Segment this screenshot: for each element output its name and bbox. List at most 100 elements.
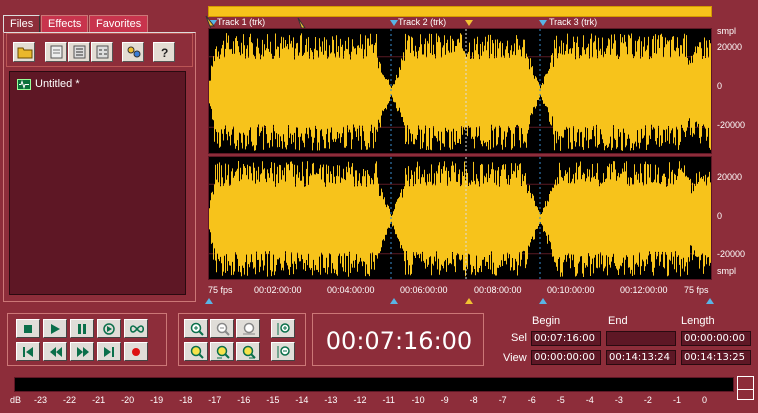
db-tick-label: -7 bbox=[498, 395, 507, 405]
marker-3-icon[interactable] bbox=[539, 20, 547, 26]
tab-effects[interactable]: Effects bbox=[41, 15, 89, 32]
rewind-button[interactable] bbox=[43, 342, 67, 361]
zoom-out-button[interactable] bbox=[210, 319, 234, 338]
align-button[interactable] bbox=[91, 42, 113, 62]
db-tick-label: -19 bbox=[150, 395, 164, 405]
waveform-channel-left[interactable] bbox=[208, 28, 712, 154]
peak-indicator-top[interactable] bbox=[737, 376, 754, 390]
zoom-out-vertical-button[interactable] bbox=[271, 342, 295, 361]
waveform-channel-right[interactable] bbox=[208, 156, 712, 280]
zoom-controls bbox=[178, 313, 306, 366]
zoom-full-button[interactable] bbox=[236, 319, 260, 338]
db-tick-label: -10 bbox=[411, 395, 425, 405]
time-tick: 00:12:00:00 bbox=[620, 285, 668, 295]
time-ruler[interactable]: 75 fps 00:02:00:00 00:04:00:00 00:06:00:… bbox=[205, 282, 714, 304]
marker-2-bottom-icon bbox=[390, 298, 398, 304]
go-to-end-button[interactable] bbox=[97, 342, 121, 361]
db-tick-label: -13 bbox=[324, 395, 338, 405]
cursor-top-icon[interactable] bbox=[465, 20, 473, 26]
zoom-right-button[interactable] bbox=[236, 342, 260, 361]
sel-length-field[interactable]: 00:00:00:00 bbox=[681, 331, 751, 346]
properties-button[interactable] bbox=[68, 42, 90, 62]
loop-button[interactable] bbox=[124, 319, 148, 338]
level-meter-bar bbox=[14, 377, 734, 392]
begin-header: Begin bbox=[532, 315, 561, 327]
effects-chain-button[interactable] bbox=[122, 42, 144, 62]
scale-label: 20000 bbox=[717, 42, 743, 52]
align-icon bbox=[96, 45, 109, 59]
time-tick: 00:04:00:00 bbox=[327, 285, 375, 295]
open-folder-button[interactable] bbox=[13, 42, 35, 62]
waveform-path bbox=[209, 161, 711, 277]
db-tick-label: -3 bbox=[614, 395, 623, 405]
stop-icon bbox=[24, 325, 32, 333]
tab-favorites[interactable]: Favorites bbox=[89, 15, 149, 32]
scale-unit: smpl bbox=[717, 266, 737, 276]
waveform-file-icon bbox=[17, 78, 31, 90]
db-tick-label: -14 bbox=[295, 395, 309, 405]
overview-bar[interactable] bbox=[208, 6, 712, 17]
zoom-in-vertical-button[interactable] bbox=[271, 319, 295, 338]
rewind-icon bbox=[50, 347, 62, 357]
zoom-selection-icon bbox=[190, 345, 204, 359]
file-toolbar: ? bbox=[6, 33, 193, 67]
fast-forward-button[interactable] bbox=[70, 342, 94, 361]
marker-3-label[interactable]: Track 3 (trk) bbox=[549, 17, 597, 27]
peak-indicator-bottom[interactable] bbox=[737, 390, 754, 400]
time-tick: 00:06:00:00 bbox=[400, 285, 448, 295]
zoom-selection-button[interactable] bbox=[184, 342, 208, 361]
record-button[interactable] bbox=[124, 342, 148, 361]
pause-button[interactable] bbox=[70, 319, 94, 338]
go-to-start-button[interactable] bbox=[16, 342, 40, 361]
db-tick-label: -16 bbox=[237, 395, 251, 405]
scale-label: 0 bbox=[717, 81, 723, 91]
view-begin-field[interactable]: 00:00:00:00 bbox=[531, 350, 601, 365]
zoom-left-icon bbox=[216, 345, 230, 359]
zoom-in-icon bbox=[190, 322, 204, 336]
zoom-left-button[interactable] bbox=[210, 342, 234, 361]
view-end-field[interactable]: 00:14:13:24 bbox=[606, 350, 676, 365]
zoom-in-button[interactable] bbox=[184, 319, 208, 338]
waveform-right-svg bbox=[209, 157, 711, 279]
db-tick-label: -6 bbox=[527, 395, 536, 405]
level-meter: dB -23 -22 -21 -20 -19 -18 -17 -16 -15 -14 -13 -12-… bbox=[7, 374, 734, 412]
help-button[interactable]: ? bbox=[153, 42, 175, 62]
amplitude-scale-right: 20000 0 -20000 smpl bbox=[713, 156, 753, 282]
svg-text:?: ? bbox=[161, 46, 168, 59]
db-tick-label: -21 bbox=[92, 395, 106, 405]
tab-files[interactable]: Files bbox=[3, 15, 41, 32]
scale-label: -20000 bbox=[717, 120, 746, 130]
effects-chain-icon bbox=[127, 46, 141, 58]
fps-label-left: 75 fps bbox=[208, 285, 233, 295]
fast-forward-icon bbox=[77, 347, 89, 357]
db-tick-label: -22 bbox=[63, 395, 77, 405]
db-tick-label: -1 bbox=[672, 395, 681, 405]
db-tick-label: -8 bbox=[469, 395, 478, 405]
stop-button[interactable] bbox=[16, 319, 40, 338]
time-display: 00:07:16:00 bbox=[312, 313, 484, 366]
scale-label: -20000 bbox=[717, 249, 746, 259]
new-file-button[interactable] bbox=[45, 42, 67, 62]
db-tick-label: -4 bbox=[585, 395, 594, 405]
sel-begin-field[interactable]: 00:07:16:00 bbox=[531, 331, 601, 346]
waveform-area: Track 1 (trk) Track 2 (trk) Track 3 (trk… bbox=[204, 0, 758, 308]
sel-end-field[interactable] bbox=[606, 331, 676, 346]
length-header: Length bbox=[681, 315, 715, 327]
list-item[interactable]: Untitled * bbox=[17, 77, 80, 91]
marker-2-icon[interactable] bbox=[390, 20, 398, 26]
play-to-end-button[interactable] bbox=[97, 319, 121, 338]
db-tick-label: -11 bbox=[382, 395, 395, 405]
play-button[interactable] bbox=[43, 319, 67, 338]
db-tick-label: 0 bbox=[702, 395, 708, 405]
zoom-right-icon bbox=[242, 345, 256, 359]
view-length-field[interactable]: 00:14:13:25 bbox=[681, 350, 751, 365]
db-tick-label: -17 bbox=[208, 395, 222, 405]
marker-3-bottom-icon bbox=[539, 298, 547, 304]
current-time: 00:07:16:00 bbox=[325, 327, 473, 355]
db-tick-label: -12 bbox=[353, 395, 367, 405]
file-list[interactable]: Untitled * bbox=[9, 71, 186, 295]
marker-1-label[interactable]: Track 1 (trk) bbox=[217, 17, 265, 27]
marker-2-label[interactable]: Track 2 (trk) bbox=[398, 17, 446, 27]
waveform-left-svg bbox=[209, 29, 711, 153]
properties-icon bbox=[73, 45, 86, 59]
